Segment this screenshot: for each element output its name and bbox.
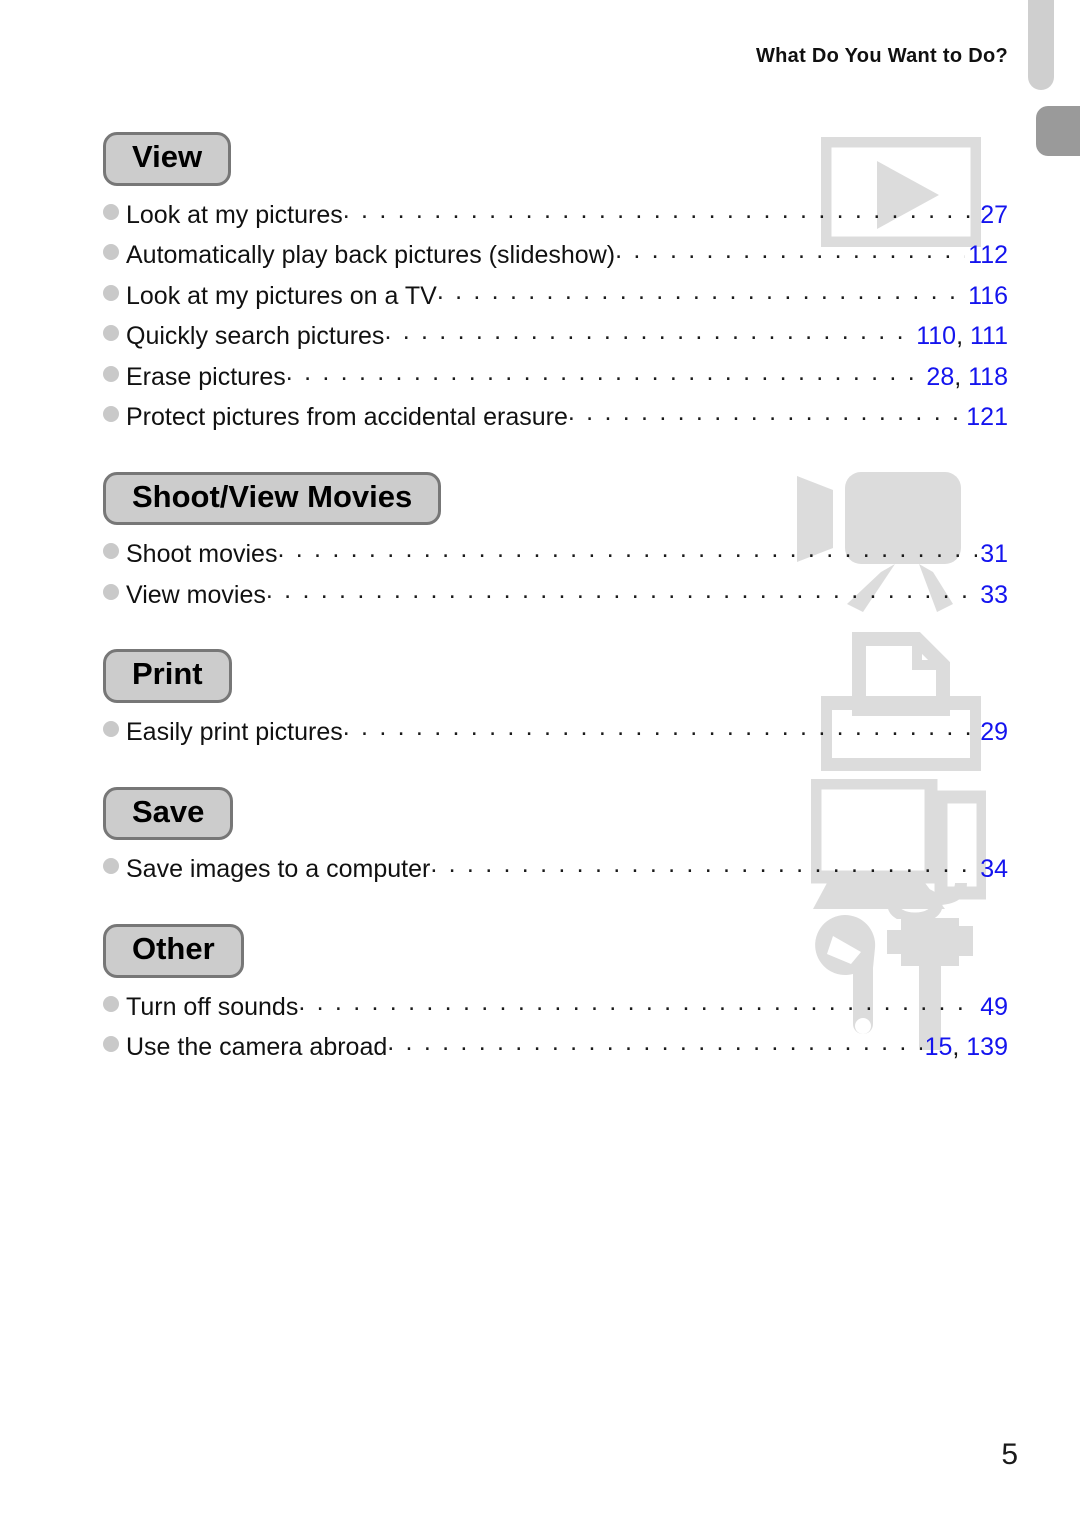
entry-page-number: 116 [968, 281, 1008, 310]
entry-page-number: 31 [980, 540, 1008, 569]
leader-dots [277, 529, 977, 570]
entry-label: Save images to a computer [126, 855, 431, 884]
entry-list-shoot-view-movies: Shoot movies 31 View movies 33 [103, 534, 1008, 615]
leader-dots [568, 392, 963, 433]
entry-label: Quickly search pictures [126, 322, 385, 351]
toc-entry[interactable]: Look at my pictures 27 [103, 195, 1008, 236]
section-view: View Look at my pictures 27 Automaticall… [103, 132, 1008, 438]
bullet-icon [103, 365, 119, 382]
toc-entry[interactable]: Look at my pictures on a TV 116 [103, 276, 1008, 317]
toc-entry[interactable]: Erase pictures 28, 118 [103, 357, 1008, 398]
running-header: What Do You Want to Do? [755, 45, 1008, 67]
section-title-print: Print [103, 649, 232, 704]
bullet-icon [103, 721, 119, 738]
entry-page-number: 33 [980, 580, 1008, 609]
entry-label: Protect pictures from accidental erasure [126, 403, 568, 432]
entry-label: Shoot movies [126, 540, 278, 569]
entry-label: Look at my pictures [126, 200, 343, 229]
section-title-view: View [103, 132, 232, 186]
entry-label: Look at my pictures on a TV [126, 281, 437, 310]
leader-dots [343, 707, 977, 748]
bullet-icon [103, 858, 119, 875]
toc-entry[interactable]: View movies 33 [103, 575, 1008, 616]
bullet-icon [103, 284, 119, 301]
section-save: Save Save images to a computer 34 [103, 778, 1008, 919]
toc-entry[interactable]: Turn off sounds 49 [103, 987, 1008, 1028]
entry-list-other: Turn off sounds 49 Use the camera abroad… [103, 987, 1008, 1068]
section-print: Print Easily print pictures 29 [103, 632, 1008, 772]
entry-page-number: 112 [968, 241, 1008, 270]
toc-entry[interactable]: Protect pictures from accidental erasure… [103, 397, 1008, 438]
entry-list-save: Save images to a computer 34 [103, 849, 1008, 890]
section-title-save: Save [103, 786, 234, 841]
bullet-icon [103, 203, 119, 220]
entry-page-number: 27 [980, 200, 1008, 229]
leader-dots [430, 844, 977, 885]
toc-entry[interactable]: Shoot movies 31 [103, 534, 1008, 575]
section-other: Other Turn off sounds 49 Use the camera … [103, 914, 1008, 1068]
section-title-shoot-view-movies: Shoot/View Movies [103, 471, 442, 526]
leader-dots [615, 230, 965, 271]
toc-entry[interactable]: Use the camera abroad 15, 139 [103, 1027, 1008, 1068]
entry-page-number: 28, 118 [926, 362, 1008, 391]
entry-label: Automatically play back pictures (slides… [126, 241, 616, 270]
section-shoot-view-movies: Shoot/View Movies Shoot movies 31 View m… [103, 471, 1008, 616]
leader-dots [384, 311, 913, 352]
entry-label: Erase pictures [126, 362, 286, 391]
toc-entry[interactable]: Easily print pictures 29 [103, 712, 1008, 753]
toc-entry[interactable]: Automatically play back pictures (slides… [103, 235, 1008, 276]
page-edge-tab-dark [1036, 106, 1080, 156]
entry-label: Use the camera abroad [126, 1033, 388, 1062]
section-title-other: Other [103, 923, 244, 978]
bullet-icon [103, 543, 119, 560]
table-of-contents: View Look at my pictures 27 Automaticall… [103, 132, 1008, 1068]
leader-dots [437, 271, 965, 312]
bullet-icon [103, 406, 119, 423]
entry-list-print: Easily print pictures 29 [103, 712, 1008, 753]
bullet-icon [103, 1036, 119, 1053]
leader-dots [343, 190, 977, 231]
bullet-icon [103, 995, 119, 1012]
page-number: 5 [1001, 1438, 1018, 1471]
entry-list-view: Look at my pictures 27 Automatically pla… [103, 195, 1008, 438]
toc-entry[interactable]: Quickly search pictures 110, 111 [103, 316, 1008, 357]
entry-label: Turn off sounds [126, 992, 299, 1021]
bullet-icon [103, 583, 119, 600]
page-edge-tab-light [1028, 0, 1054, 90]
entry-page-number: 29 [980, 718, 1008, 747]
entry-page-number: 34 [980, 855, 1008, 884]
leader-dots [298, 982, 977, 1023]
bullet-icon [103, 244, 119, 261]
leader-dots [286, 352, 924, 393]
toc-entry[interactable]: Save images to a computer 34 [103, 849, 1008, 890]
leader-dots [387, 1022, 921, 1063]
leader-dots [266, 570, 977, 611]
bullet-icon [103, 325, 119, 342]
entry-label: View movies [126, 580, 266, 609]
entry-page-number: 110, 111 [916, 322, 1008, 351]
entry-label: Easily print pictures [126, 718, 343, 747]
entry-page-number: 15, 139 [924, 1033, 1008, 1062]
entry-page-number: 121 [966, 403, 1008, 432]
entry-page-number: 49 [980, 992, 1008, 1021]
